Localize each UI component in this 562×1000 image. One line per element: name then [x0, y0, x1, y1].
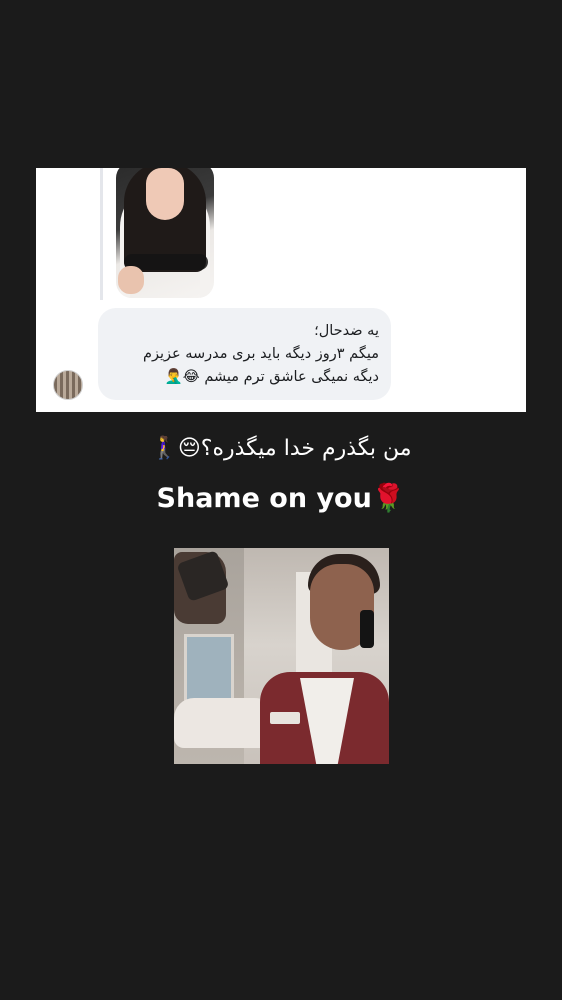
photo-face-shape [146, 168, 184, 220]
photo-hand-shape [118, 266, 144, 294]
meme-image [174, 548, 389, 764]
message-line-2: میگم ۳روز دیگه باید بری مدرسه عزیزم [142, 346, 379, 362]
meme-nametag [270, 712, 300, 724]
message-text: یه ضدحال؛ میگم ۳روز دیگه باید بری مدرسه … [143, 320, 379, 389]
sender-avatar[interactable] [53, 370, 83, 400]
story-caption-english: Shame on you🌹 [156, 483, 406, 514]
meme-phone [360, 610, 374, 648]
reply-indicator-bar [100, 168, 103, 300]
meme-window [184, 634, 234, 706]
message-line-3: دیگه نمیگی عاشق ترم میشم 😂🤦‍♂️ [164, 369, 379, 385]
message-line-1: یه ضدحال؛ [314, 323, 379, 339]
story-canvas: یه ضدحال؛ میگم ۳روز دیگه باید بری مدرسه … [0, 0, 562, 1000]
replied-photo-thumbnail[interactable] [116, 168, 214, 298]
chat-screenshot-card: یه ضدحال؛ میگم ۳روز دیگه باید بری مدرسه … [36, 168, 526, 412]
message-bubble[interactable]: یه ضدحال؛ میگم ۳روز دیگه باید بری مدرسه … [98, 308, 391, 400]
story-caption-farsi: من بگذرم خدا میگذره؟😔🚶‍♀️ [150, 436, 412, 461]
